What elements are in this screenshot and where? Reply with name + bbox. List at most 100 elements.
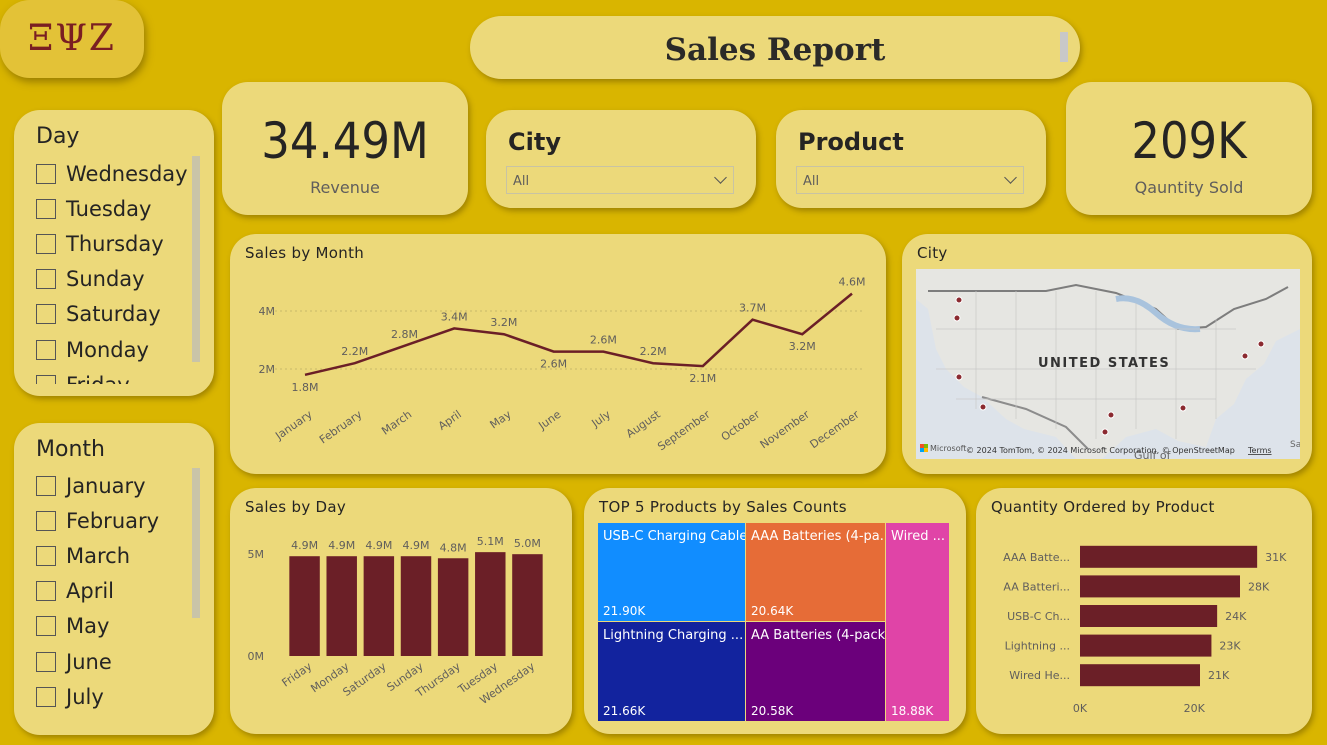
day-item-label: Monday	[66, 337, 149, 362]
qty-by-product-card: Quantity Ordered by Product AAA Batte...…	[976, 488, 1312, 734]
product-dropdown-value: All	[803, 174, 820, 189]
x-tick-label: October	[719, 408, 763, 444]
month-item-march[interactable]: March	[36, 538, 194, 573]
day-item-wednesday[interactable]: Wednesday	[36, 156, 194, 191]
treemap-cell[interactable]: Lightning Charging ... 21.66K	[598, 622, 745, 721]
day-item-thursday[interactable]: Thursday	[36, 226, 194, 261]
data-label: 3.2M	[490, 316, 517, 329]
day-item-label: Thursday	[66, 231, 164, 256]
data-label: 23K	[1219, 640, 1241, 653]
month-list: January February March April May June Ju…	[36, 468, 194, 723]
x-tick-label: January	[272, 408, 315, 443]
microsoft-logo-icon-part	[920, 448, 924, 452]
treemap-cell[interactable]: AAA Batteries (4-pa... 20.64K	[746, 523, 885, 621]
data-label: 3.7M	[739, 302, 766, 315]
map-marker-los-angeles	[979, 403, 987, 411]
map-marker-austin	[1101, 428, 1109, 436]
checkbox[interactable]	[36, 581, 56, 602]
data-label: 4.9M	[291, 539, 318, 552]
company-logo: ΞΨΖ	[0, 0, 144, 78]
bar[interactable]	[512, 554, 543, 656]
data-label: 2.2M	[640, 345, 667, 358]
bar[interactable]	[1080, 605, 1218, 627]
city-dropdown[interactable]: All	[506, 166, 734, 194]
month-item-may[interactable]: May	[36, 609, 194, 644]
day-item-label: Friday	[66, 373, 130, 384]
x-tick-label: 20K	[1184, 702, 1206, 715]
bar[interactable]	[1080, 545, 1258, 568]
data-label: 5.0M	[514, 537, 541, 550]
day-item-label: Wednesday	[66, 161, 188, 186]
bar[interactable]	[289, 556, 320, 656]
data-label: 1.8M	[292, 381, 319, 394]
y-tick-label: AA Batteri...	[1003, 580, 1070, 593]
treemap-cell[interactable]: AA Batteries (4-pack) 20.58K	[746, 622, 885, 721]
day-item-friday[interactable]: Friday	[36, 367, 194, 384]
day-item-saturday[interactable]: Saturday	[36, 297, 194, 332]
x-tick-label: August	[624, 407, 664, 440]
x-tick-label: June	[535, 408, 563, 433]
checkbox[interactable]	[36, 510, 56, 531]
data-label: 4.9M	[365, 539, 392, 552]
month-scrollbar[interactable]	[192, 468, 200, 618]
checkbox[interactable]	[36, 198, 56, 219]
bar[interactable]	[363, 556, 395, 656]
treemap-label: Lightning Charging ...	[603, 628, 744, 643]
revenue-label: Revenue	[310, 178, 380, 197]
day-item-tuesday[interactable]: Tuesday	[36, 191, 194, 226]
day-item-monday[interactable]: Monday	[36, 332, 194, 367]
treemap-label: Wired ...	[891, 529, 946, 544]
treemap-value: 21.90K	[603, 604, 646, 618]
title-scrollbar[interactable]	[1060, 32, 1068, 62]
top5-title: TOP 5 Products by Sales Counts	[599, 498, 847, 516]
y-tick-label: Lightning ...	[1005, 640, 1070, 653]
month-item-july[interactable]: July	[36, 679, 194, 714]
month-item-february[interactable]: February	[36, 503, 194, 538]
map-attribution: © 2024 TomTom, © 2024 Microsoft Corporat…	[966, 446, 1235, 455]
checkbox[interactable]	[36, 651, 56, 672]
product-dropdown[interactable]: All	[796, 166, 1024, 194]
checkbox[interactable]	[36, 374, 56, 384]
month-item-june[interactable]: June	[36, 644, 194, 679]
data-label: 3.4M	[441, 310, 468, 323]
checkbox[interactable]	[36, 163, 56, 184]
bar[interactable]	[326, 556, 357, 656]
sales-line[interactable]	[304, 292, 853, 377]
map-terms-link[interactable]: Terms	[1247, 446, 1272, 455]
checkbox[interactable]	[36, 545, 56, 566]
checkbox[interactable]	[36, 304, 56, 325]
checkbox[interactable]	[36, 233, 56, 254]
logo-text: ΞΨΖ	[28, 18, 116, 59]
bar[interactable]	[1080, 664, 1200, 687]
month-item-january[interactable]: January	[36, 468, 194, 503]
bar[interactable]	[400, 556, 432, 656]
y-tick-label: AAA Batte...	[1003, 551, 1070, 564]
bar[interactable]	[437, 558, 469, 656]
map-view[interactable]: UNITED STATES Gulf of Sa Microsoft © 202…	[916, 269, 1300, 459]
checkbox[interactable]	[36, 339, 56, 360]
data-label: 21K	[1208, 669, 1230, 682]
checkbox[interactable]	[36, 686, 56, 707]
x-tick-label: 0K	[1073, 702, 1088, 715]
data-label: 2.6M	[590, 334, 617, 347]
treemap-label: USB-C Charging Cable	[603, 529, 745, 544]
day-scrollbar[interactable]	[192, 156, 200, 362]
bar[interactable]	[1080, 634, 1212, 657]
data-label: 2.2M	[341, 345, 368, 358]
bar[interactable]	[475, 552, 506, 656]
top5-treemap: USB-C Charging Cable 21.90K Lightning Char…	[598, 523, 952, 721]
month-item-april[interactable]: April	[36, 574, 194, 609]
checkbox[interactable]	[36, 269, 56, 290]
checkbox[interactable]	[36, 616, 56, 637]
product-slicer: Product All	[776, 110, 1046, 208]
map-brand: Microsoft	[930, 444, 966, 453]
bar[interactable]	[1080, 575, 1240, 598]
treemap-value: 20.64K	[751, 604, 794, 618]
day-item-label: Saturday	[66, 302, 161, 327]
treemap-cell[interactable]: USB-C Charging Cable 21.90K	[598, 523, 745, 621]
checkbox[interactable]	[36, 475, 56, 496]
day-item-label: Tuesday	[66, 196, 152, 221]
x-tick-label: May	[488, 408, 514, 432]
day-item-sunday[interactable]: Sunday	[36, 262, 194, 297]
treemap-cell[interactable]: Wired ... 18.88K	[886, 523, 949, 721]
